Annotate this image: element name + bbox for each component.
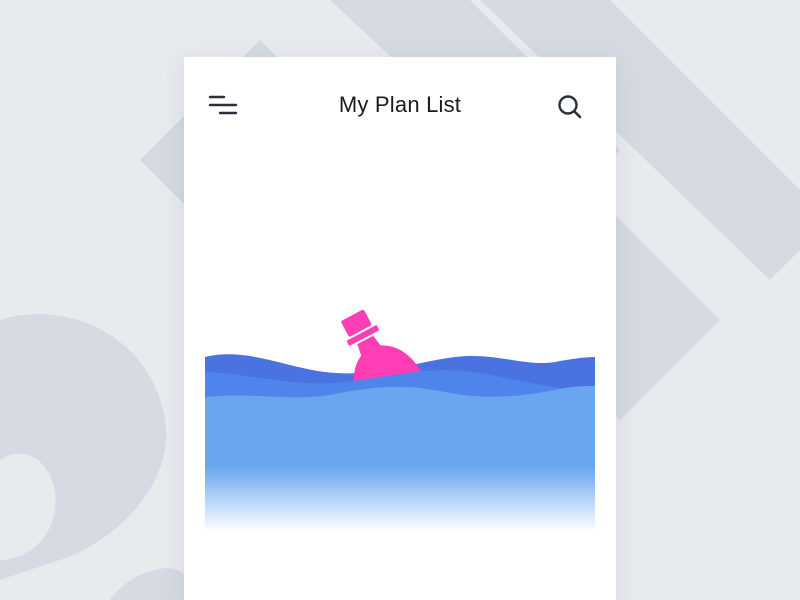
page-title: My Plan List [338, 92, 462, 117]
front-wave [205, 386, 595, 532]
search-icon [558, 95, 582, 119]
search-button[interactable] [554, 91, 586, 123]
bottle-in-sea-illustration [205, 302, 595, 532]
menu-icon [208, 95, 238, 115]
phone-card: My Plan List [184, 57, 616, 600]
app-header: My Plan List [184, 57, 616, 153]
app-screen: My Plan List [0, 0, 800, 600]
menu-button[interactable] [204, 91, 240, 121]
